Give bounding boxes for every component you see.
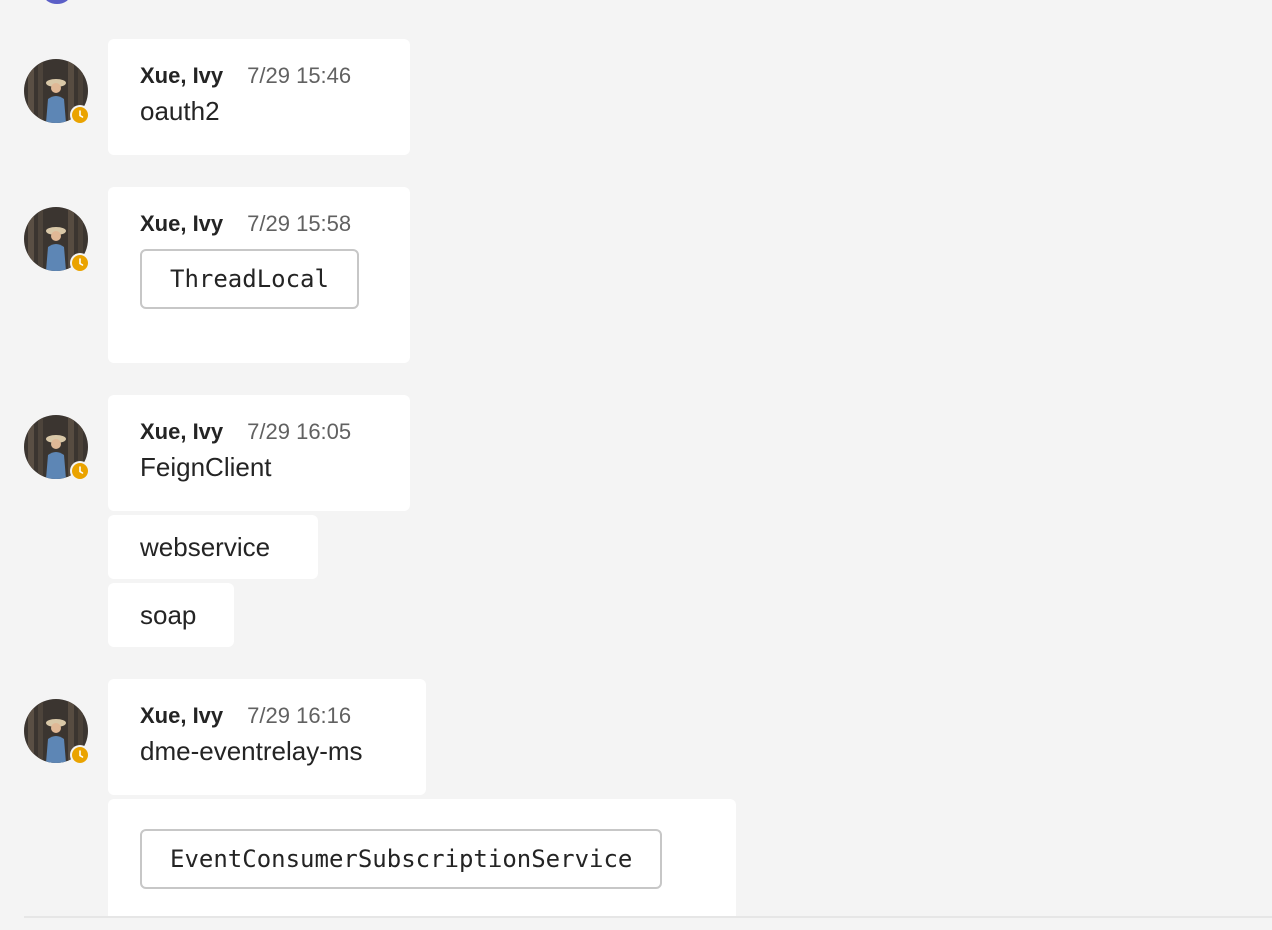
presence-away-badge — [70, 253, 90, 273]
avatar[interactable] — [24, 415, 90, 481]
message-bubble[interactable]: Xue, Ivy 7/29 15:46 oauth2 — [108, 39, 410, 155]
timestamp: 7/29 16:05 — [247, 419, 352, 444]
timestamp: 7/29 15:58 — [247, 211, 352, 236]
message-text: soap — [140, 599, 197, 630]
message-header: Xue, Ivy 7/29 15:46 — [140, 63, 378, 89]
avatar[interactable] — [24, 59, 90, 125]
clock-icon — [79, 258, 84, 266]
author-name[interactable]: Xue, Ivy — [140, 419, 223, 445]
previous-avatar-cutoff[interactable] — [44, 0, 70, 4]
message-text: webservice — [140, 531, 271, 562]
author-name[interactable]: Xue, Ivy — [140, 703, 223, 729]
message-bubble[interactable]: Xue, Ivy 7/29 15:58 ThreadLocal — [108, 187, 410, 363]
followup-message[interactable]: webservice — [108, 515, 318, 579]
author-name[interactable]: Xue, Ivy — [140, 63, 223, 89]
clock-icon — [79, 110, 84, 118]
followup-message[interactable]: EventConsumerSubscriptionService — [108, 799, 736, 917]
presence-away-badge — [70, 105, 90, 125]
message-header: Xue, Ivy 7/29 15:58 — [140, 211, 378, 237]
message-bubble[interactable]: Xue, Ivy 7/29 16:05 FeignClient — [108, 395, 410, 511]
timestamp: 7/29 15:46 — [247, 63, 352, 88]
avatar[interactable] — [24, 699, 90, 765]
inline-code-block: ThreadLocal — [140, 249, 359, 309]
message-text: oauth2 — [140, 96, 220, 126]
avatar[interactable] — [24, 207, 90, 273]
clock-icon — [79, 466, 84, 474]
message-header: Xue, Ivy 7/29 16:16 — [140, 703, 394, 729]
followup-message[interactable]: soap — [108, 583, 234, 647]
presence-away-badge — [70, 461, 90, 481]
presence-away-badge — [70, 745, 90, 765]
compose-divider — [24, 916, 1272, 918]
inline-code-block: EventConsumerSubscriptionService — [140, 829, 663, 889]
timestamp: 7/29 16:16 — [247, 703, 352, 728]
clock-icon — [79, 750, 84, 758]
author-name[interactable]: Xue, Ivy — [140, 211, 223, 237]
message-text: FeignClient — [140, 452, 272, 482]
message-bubble[interactable]: Xue, Ivy 7/29 16:16 dme-eventrelay-ms — [108, 679, 426, 795]
message-header: Xue, Ivy 7/29 16:05 — [140, 419, 378, 445]
message-text: dme-eventrelay-ms — [140, 736, 363, 766]
